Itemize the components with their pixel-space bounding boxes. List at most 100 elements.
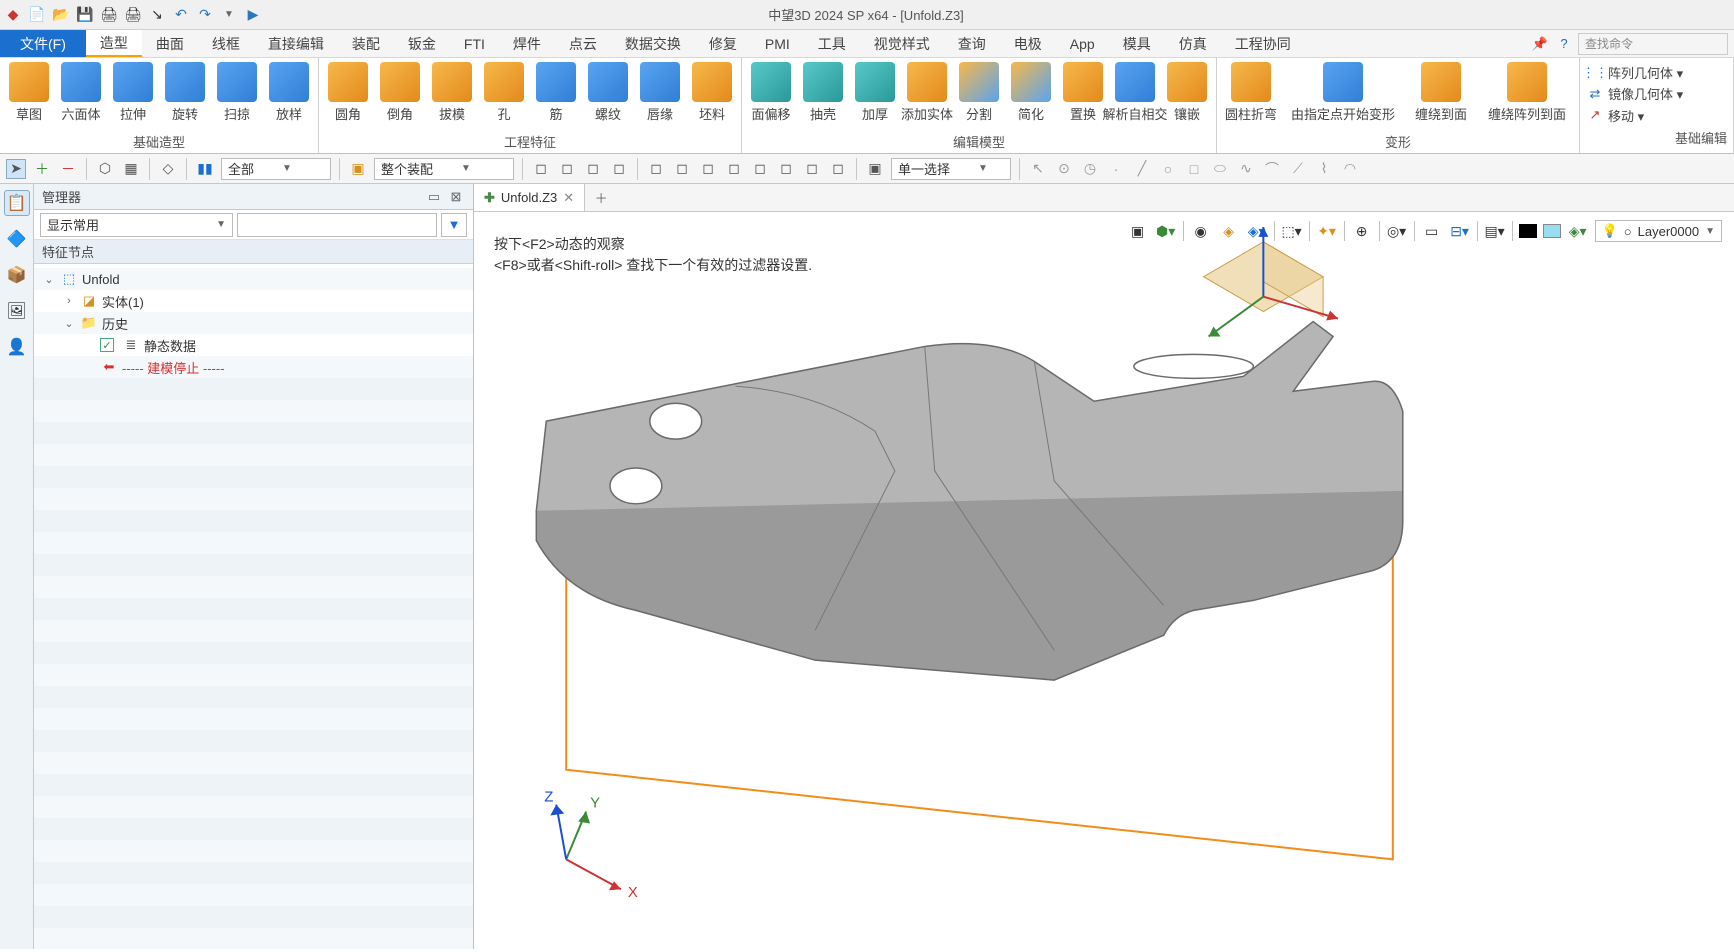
- play-icon[interactable]: ▶: [244, 6, 262, 24]
- geom-icon-3[interactable]: ◷: [1080, 159, 1100, 179]
- user-tab-icon[interactable]: 👤: [4, 334, 30, 360]
- new-icon[interactable]: 📄: [28, 6, 46, 24]
- geom-icon-12[interactable]: ⌇: [1314, 159, 1334, 179]
- geom-icon-9[interactable]: ∿: [1236, 159, 1256, 179]
- filter-all-select[interactable]: 全部▼: [221, 158, 331, 180]
- undo-icon[interactable]: ↶: [172, 6, 190, 24]
- open-icon[interactable]: 📂: [52, 6, 70, 24]
- solid-tab-icon[interactable]: 📦: [4, 262, 30, 288]
- add-icon[interactable]: ＋: [32, 159, 52, 179]
- assembly-tab-icon[interactable]: 🔷: [4, 226, 30, 252]
- chart-icon[interactable]: ▮▮: [195, 159, 215, 179]
- select-arrow-icon[interactable]: ➤: [6, 159, 26, 179]
- selection-mode-select[interactable]: 单一选择▼: [891, 158, 1011, 180]
- face-offset-button[interactable]: 面偏移: [746, 60, 796, 130]
- save-icon[interactable]: 💾: [76, 6, 94, 24]
- help-icon[interactable]: ?: [1554, 34, 1574, 54]
- geom-icon-11[interactable]: ⟋: [1288, 159, 1308, 179]
- export-icon[interactable]: ↘: [148, 6, 166, 24]
- simplify-button[interactable]: 简化: [1006, 60, 1056, 130]
- pin-icon[interactable]: 📌: [1530, 34, 1550, 54]
- static-checkbox-icon[interactable]: ✓: [100, 338, 114, 352]
- wrap-array-to-face-button[interactable]: 缠绕阵列到面: [1479, 60, 1575, 130]
- fillet-button[interactable]: 圆角: [323, 60, 373, 130]
- menu-surface[interactable]: 曲面: [142, 30, 198, 57]
- tb-icon-1[interactable]: ◻: [531, 159, 551, 179]
- geom-icon-1[interactable]: ↖: [1028, 159, 1048, 179]
- tb-icon-6[interactable]: ◻: [672, 159, 692, 179]
- menu-file[interactable]: 文件(F): [0, 30, 86, 57]
- render-tab-icon[interactable]: 🖼: [4, 298, 30, 324]
- revolve-button[interactable]: 旋转: [160, 60, 210, 130]
- tb-icon-9[interactable]: ◻: [750, 159, 770, 179]
- menu-repair[interactable]: 修复: [695, 30, 751, 57]
- tb-icon-5[interactable]: ◻: [646, 159, 666, 179]
- sel-mode-icon[interactable]: ▣: [865, 159, 885, 179]
- menu-visual[interactable]: 视觉样式: [860, 30, 944, 57]
- replace-button[interactable]: 置换: [1058, 60, 1108, 130]
- menu-pmi[interactable]: PMI: [751, 30, 804, 57]
- menu-collab[interactable]: 工程协同: [1221, 30, 1305, 57]
- geom-icon-13[interactable]: ◠: [1340, 159, 1360, 179]
- split-button[interactable]: 分割: [954, 60, 1004, 130]
- add-tab-button[interactable]: ＋: [585, 184, 617, 211]
- lip-button[interactable]: 唇缘: [635, 60, 685, 130]
- document-tab-unfold[interactable]: ✚ Unfold.Z3 ✕: [474, 184, 585, 211]
- sketch-button[interactable]: 草图: [4, 60, 54, 130]
- display-mode-select[interactable]: 显示常用▼: [40, 213, 233, 237]
- grid-icon[interactable]: ▦: [121, 159, 141, 179]
- thicken-button[interactable]: 加厚: [850, 60, 900, 130]
- menu-weld[interactable]: 焊件: [499, 30, 555, 57]
- tb-icon-11[interactable]: ◻: [802, 159, 822, 179]
- tb-icon-4[interactable]: ◻: [609, 159, 629, 179]
- print-preview-icon[interactable]: 🖨: [124, 6, 142, 24]
- menu-direct-edit[interactable]: 直接编辑: [254, 30, 338, 57]
- shell-button[interactable]: 抽壳: [798, 60, 848, 130]
- geom-icon-6[interactable]: ○: [1158, 159, 1178, 179]
- menu-simulate[interactable]: 仿真: [1165, 30, 1221, 57]
- rib-button[interactable]: 筋: [531, 60, 581, 130]
- filter-button[interactable]: ▼: [441, 213, 467, 237]
- mirror-geometry-button[interactable]: ⇄镜像几何体 ▾: [1586, 83, 1727, 104]
- deform-from-point-button[interactable]: 由指定点开始变形: [1283, 60, 1403, 130]
- move-button[interactable]: ↗移动 ▾: [1586, 105, 1727, 126]
- hole-button[interactable]: 孔: [479, 60, 529, 130]
- geom-icon-8[interactable]: ⬭: [1210, 159, 1230, 179]
- view-triad[interactable]: [1204, 227, 1338, 337]
- expand-icon[interactable]: ›: [62, 295, 76, 307]
- qat-dropdown-icon[interactable]: ▼: [220, 6, 238, 24]
- menu-sheetmetal[interactable]: 钣金: [394, 30, 450, 57]
- tb-icon-12[interactable]: ◻: [828, 159, 848, 179]
- thread-button[interactable]: 螺纹: [583, 60, 633, 130]
- cylinder-bend-button[interactable]: 圆柱折弯: [1221, 60, 1281, 130]
- loft-button[interactable]: 放样: [264, 60, 314, 130]
- tab-close-icon[interactable]: ✕: [563, 190, 574, 206]
- draft-button[interactable]: 拔模: [427, 60, 477, 130]
- tb-icon-3[interactable]: ◻: [583, 159, 603, 179]
- menu-data-exchange[interactable]: 数据交换: [611, 30, 695, 57]
- pattern-geometry-button[interactable]: ⋮⋮阵列几何体 ▾: [1586, 62, 1727, 83]
- assembly-icon[interactable]: ▣: [348, 159, 368, 179]
- menu-assembly[interactable]: 装配: [338, 30, 394, 57]
- geom-icon-5[interactable]: ╱: [1132, 159, 1152, 179]
- 3d-canvas[interactable]: X Y Z: [474, 212, 1734, 949]
- sweep-button[interactable]: 扫掠: [212, 60, 262, 130]
- manager-close-icon[interactable]: ⊠: [447, 188, 465, 206]
- chamfer-button[interactable]: 倒角: [375, 60, 425, 130]
- axis-gizmo[interactable]: X Y Z: [544, 789, 638, 902]
- menu-app[interactable]: App: [1056, 30, 1109, 57]
- print-icon[interactable]: 🖨: [100, 6, 118, 24]
- filter-shape-icon[interactable]: ◇: [158, 159, 178, 179]
- menu-fti[interactable]: FTI: [450, 30, 499, 57]
- menu-modeling[interactable]: 造型: [86, 30, 142, 57]
- tree-history[interactable]: ⌄ 📁 历史: [34, 312, 473, 334]
- app-logo-icon[interactable]: ◆: [4, 6, 22, 24]
- snap-icon[interactable]: ⬡: [95, 159, 115, 179]
- geom-icon-4[interactable]: ·: [1106, 159, 1126, 179]
- menu-wireframe[interactable]: 线框: [198, 30, 254, 57]
- command-search[interactable]: 查找命令: [1578, 33, 1728, 55]
- tb-icon-8[interactable]: ◻: [724, 159, 744, 179]
- geom-icon-2[interactable]: ⊙: [1054, 159, 1074, 179]
- stock-button[interactable]: 坯料: [687, 60, 737, 130]
- redo-icon[interactable]: ↷: [196, 6, 214, 24]
